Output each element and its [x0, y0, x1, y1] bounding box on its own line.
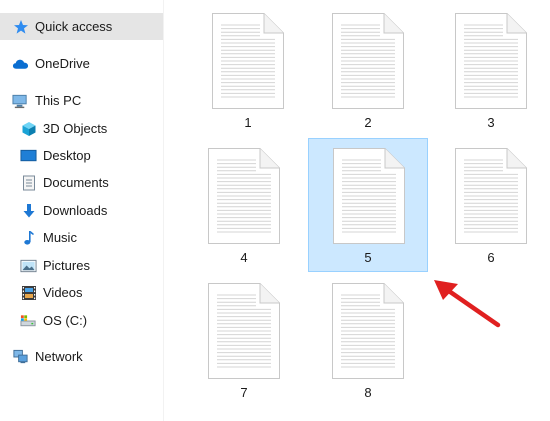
- nav-item-label: Downloads: [43, 203, 108, 218]
- file-name: 2: [364, 115, 372, 130]
- nav-item-network[interactable]: Network: [0, 343, 163, 370]
- file-name: 6: [487, 250, 495, 265]
- navigation-pane: Quick access OneDrive This PC 3D Objects…: [0, 0, 163, 421]
- file-name: 1: [244, 115, 252, 130]
- drive-icon: [20, 313, 37, 329]
- nav-item-downloads[interactable]: Downloads: [0, 197, 163, 224]
- text-document-icon: [454, 147, 528, 250]
- nav-item-label: This PC: [35, 93, 82, 108]
- file-item[interactable]: 1: [188, 4, 308, 138]
- computer-icon: [12, 93, 29, 109]
- documents-icon: [20, 175, 37, 191]
- pictures-icon: [20, 258, 37, 274]
- file-item[interactable]: 4: [184, 139, 304, 273]
- nav-item-quick-access[interactable]: Quick access: [0, 13, 163, 40]
- music-note-icon: [20, 230, 37, 246]
- cube-icon: [20, 121, 37, 137]
- nav-item-label: Documents: [43, 175, 109, 190]
- file-item[interactable]: 3: [431, 4, 550, 138]
- text-document-icon: [454, 12, 528, 115]
- cloud-icon: [12, 56, 29, 72]
- nav-item-label: Videos: [43, 285, 83, 300]
- nav-item-this-pc[interactable]: This PC: [0, 87, 163, 114]
- nav-item-label: Network: [35, 349, 83, 364]
- file-name: 7: [240, 385, 248, 400]
- network-icon: [12, 349, 29, 365]
- file-item[interactable]: 7: [184, 274, 304, 408]
- download-arrow-icon: [20, 203, 37, 219]
- nav-item-label: Pictures: [43, 258, 90, 273]
- nav-item-label: 3D Objects: [43, 121, 108, 136]
- file-item[interactable]: 2: [308, 4, 428, 138]
- star-icon: [12, 19, 29, 35]
- nav-item-os-c[interactable]: OS (C:): [0, 307, 163, 334]
- file-name: 4: [240, 250, 248, 265]
- nav-item-label: OneDrive: [35, 56, 90, 71]
- file-item-selected[interactable]: 5: [308, 138, 428, 272]
- nav-item-documents[interactable]: Documents: [0, 169, 163, 196]
- text-document-icon: [207, 282, 281, 385]
- text-document-icon: [211, 12, 285, 115]
- nav-item-3d-objects[interactable]: 3D Objects: [0, 115, 163, 142]
- nav-item-videos[interactable]: Videos: [0, 279, 163, 306]
- nav-item-label: Quick access: [35, 19, 113, 34]
- nav-item-onedrive[interactable]: OneDrive: [0, 50, 163, 77]
- nav-item-pictures[interactable]: Pictures: [0, 252, 163, 279]
- nav-item-music[interactable]: Music: [0, 224, 163, 251]
- file-item[interactable]: 6: [431, 139, 550, 273]
- text-document-icon: [332, 147, 406, 250]
- text-document-icon: [331, 282, 405, 385]
- file-name: 8: [364, 385, 372, 400]
- file-name: 5: [364, 250, 372, 265]
- text-document-icon: [331, 12, 405, 115]
- file-name: 3: [487, 115, 495, 130]
- film-icon: [20, 285, 37, 301]
- file-item[interactable]: 8: [308, 274, 428, 408]
- desktop-icon: [20, 148, 37, 164]
- text-document-icon: [207, 147, 281, 250]
- file-view: 1 2 3 4 5 6 7 8: [164, 0, 550, 421]
- nav-item-desktop[interactable]: Desktop: [0, 142, 163, 169]
- nav-item-label: Desktop: [43, 148, 91, 163]
- nav-item-label: OS (C:): [43, 313, 88, 328]
- red-arrow-icon: [434, 280, 501, 328]
- nav-item-label: Music: [43, 230, 77, 245]
